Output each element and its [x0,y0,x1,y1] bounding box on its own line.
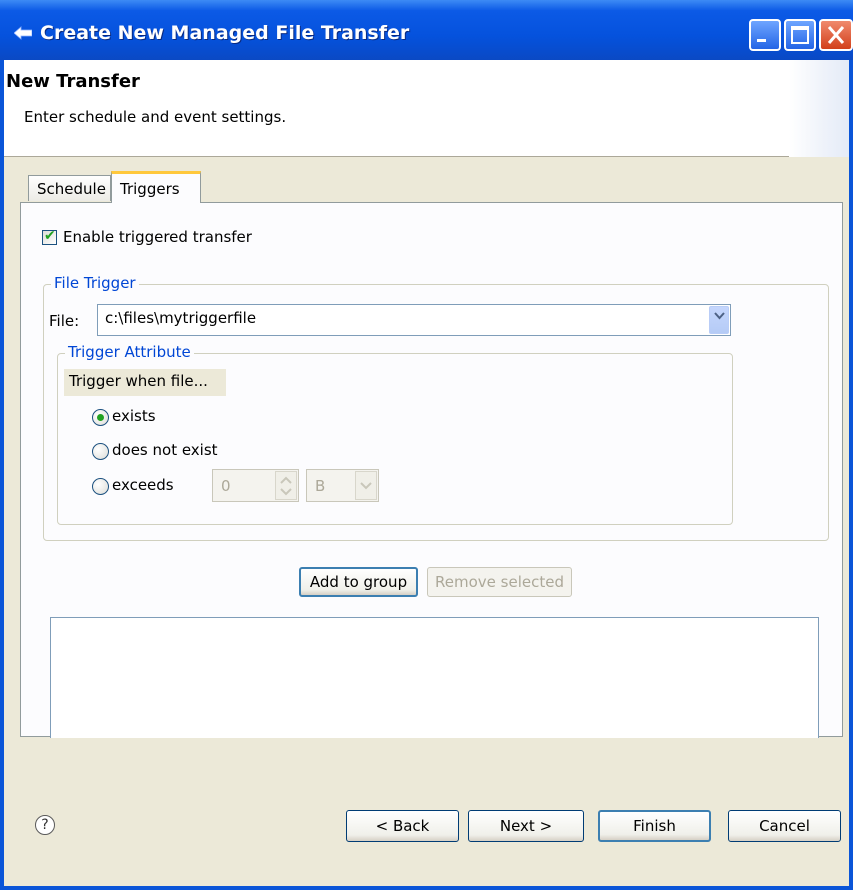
wizard-header: New Transfer Enter schedule and event se… [4,60,849,157]
unit-combo-value: B [315,477,326,495]
dialog-client-area: New Transfer Enter schedule and event se… [4,60,849,886]
triggers-tab-panel: ✔ Enable triggered transfer File Trigger… [20,202,843,738]
maximize-icon [791,26,809,44]
chevron-down-icon [360,482,372,490]
tab-triggers-label: Triggers [120,180,180,198]
file-combo[interactable]: c:\files\mytriggerfile [97,304,731,336]
file-combo-value: c:\files\mytriggerfile [105,309,257,327]
add-to-group-button[interactable]: Add to group [299,567,418,597]
size-spinner[interactable]: 0 [212,469,299,502]
enable-triggered-transfer-checkbox[interactable]: ✔ [42,228,57,245]
help-icon[interactable]: ? [35,815,55,835]
radio-selected-dot [97,414,104,421]
minimize-button[interactable] [749,19,781,51]
trigger-group-list[interactable] [50,617,819,738]
trigger-when-caption: Trigger when file... [64,369,226,396]
checkmark-icon: ✔ [44,228,56,244]
back-button[interactable]: < Back [346,810,459,842]
radio-exceeds[interactable] [92,478,109,495]
enable-triggered-transfer-label: Enable triggered transfer [63,228,252,246]
close-icon [827,26,845,44]
spinner-buttons[interactable] [275,471,297,500]
radio-exists[interactable] [92,409,109,426]
unit-combo[interactable]: B [306,469,379,502]
spinner-arrows-icon [280,476,292,496]
size-spinner-value: 0 [221,477,231,495]
radio-does-not-exist[interactable] [92,443,109,460]
file-label: File: [49,312,80,330]
next-button[interactable]: Next > [468,810,584,842]
window-title: Create New Managed File Transfer [40,22,410,44]
unit-combo-dropdown-button[interactable] [355,471,377,500]
trigger-attribute-group-label: Trigger Attribute [65,343,194,361]
transfer-icon [14,26,32,40]
dialog-window: Create New Managed File Transfer New Tra… [0,0,853,890]
radio-exceeds-label: exceeds [112,476,174,494]
trigger-attribute-group: Trigger Attribute Trigger when file... e… [57,343,733,525]
file-trigger-group: File Trigger File: c:\files\mytriggerfil… [43,274,829,541]
maximize-button[interactable] [784,19,816,51]
finish-button[interactable]: Finish [598,810,711,842]
file-trigger-group-label: File Trigger [51,274,139,292]
title-bar[interactable]: Create New Managed File Transfer [0,0,853,60]
cancel-button[interactable]: Cancel [728,810,841,842]
chevron-down-icon [714,312,725,320]
file-combo-dropdown-button[interactable] [709,306,729,334]
header-banner-image [789,60,849,157]
radio-does-not-exist-label: does not exist [112,441,218,459]
page-description: Enter schedule and event settings. [24,108,287,126]
tab-schedule[interactable]: Schedule [28,175,111,201]
radio-exists-label: exists [112,407,156,425]
minimize-icon [757,39,766,42]
close-button[interactable] [819,19,853,51]
remove-selected-button[interactable]: Remove selected [427,567,572,597]
tab-schedule-label: Schedule [37,180,106,198]
tab-triggers[interactable]: Triggers [111,171,201,203]
page-title: New Transfer [6,71,140,92]
